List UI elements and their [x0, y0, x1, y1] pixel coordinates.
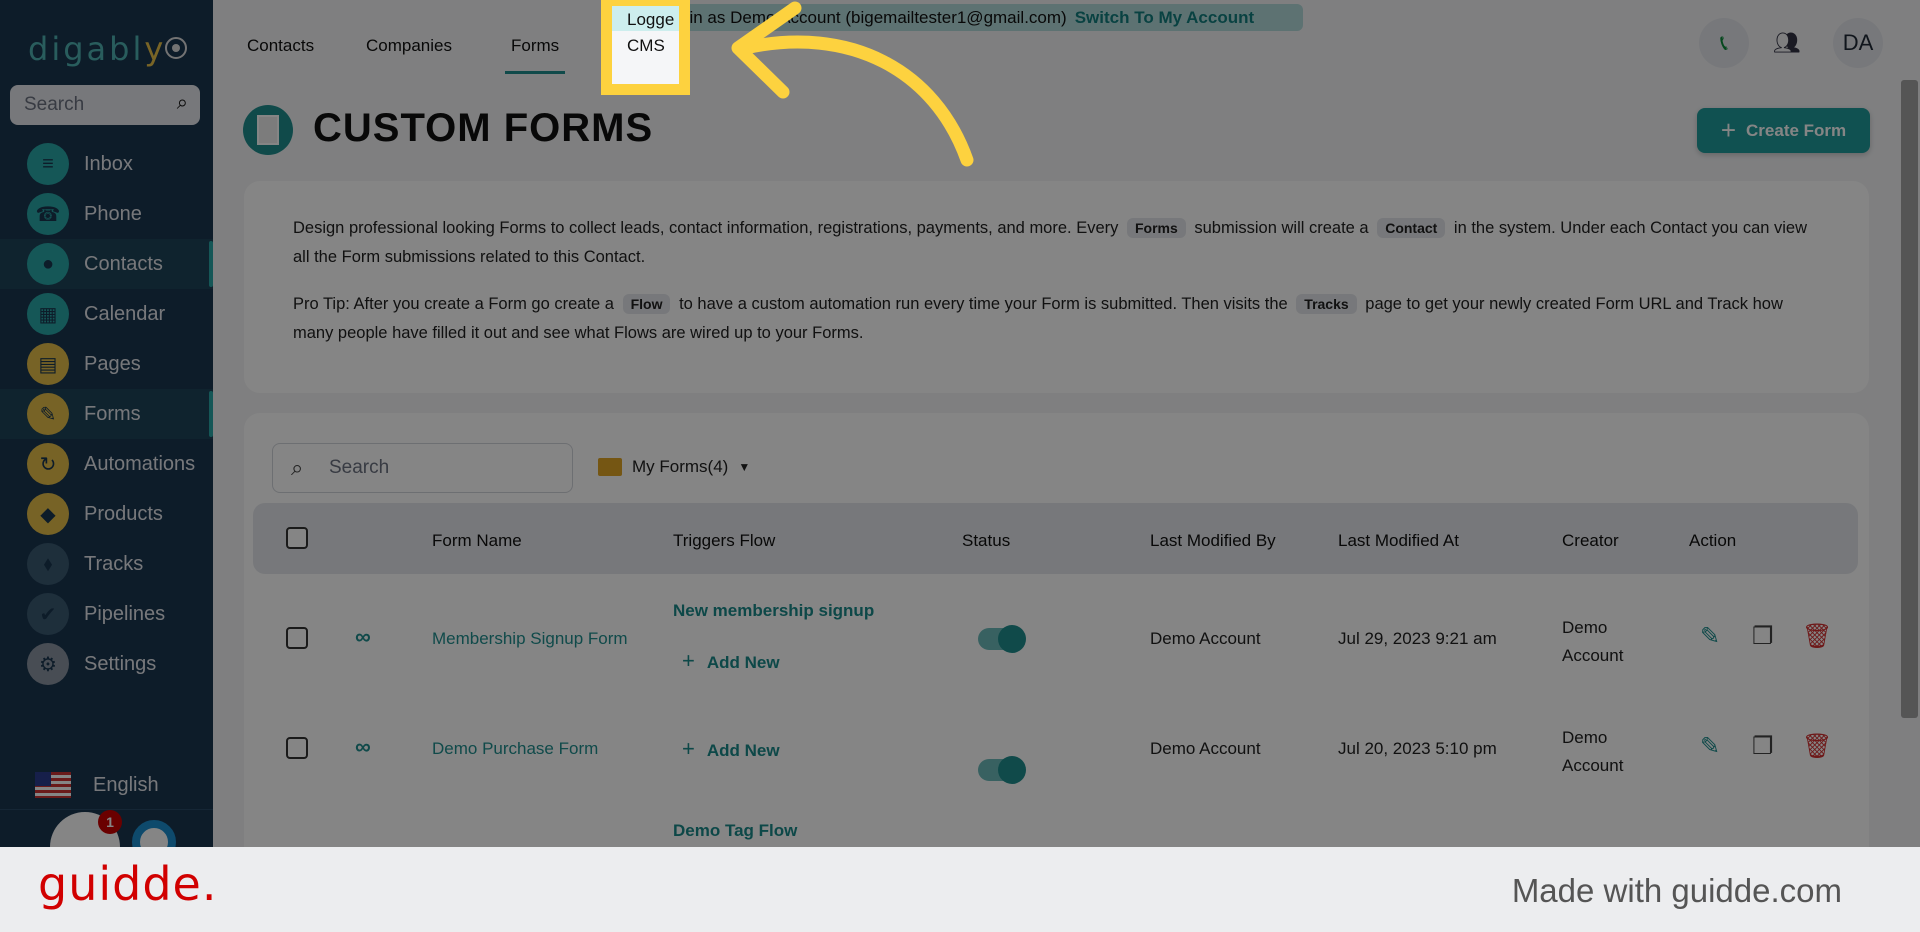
- guidde-logo: guidde.: [38, 857, 218, 911]
- made-with-text: Made with guidde.com: [1511, 872, 1842, 909]
- arrow-annotation: [731, 1, 974, 167]
